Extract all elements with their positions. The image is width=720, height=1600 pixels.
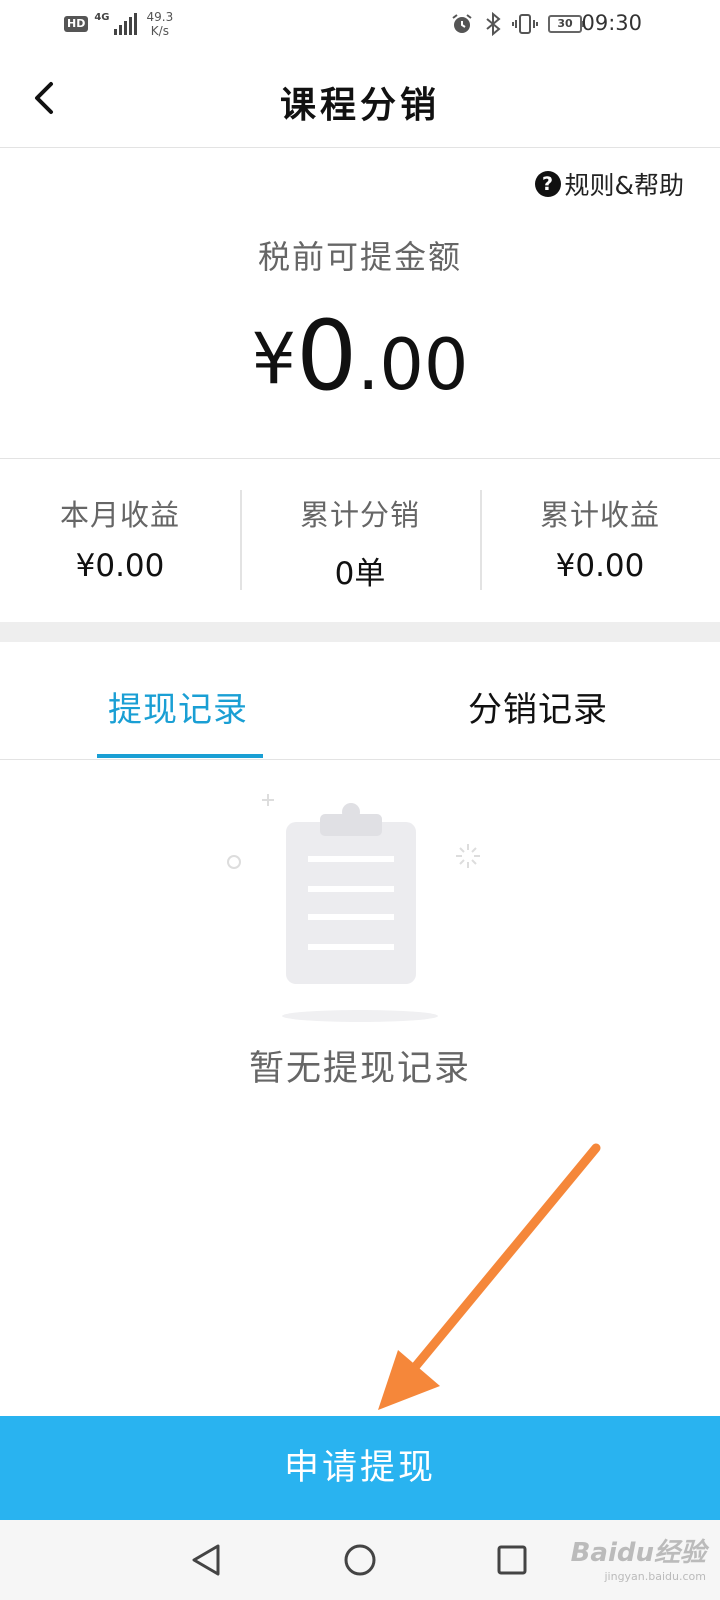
status-bar: HD 4G 49.3 K/s 30 09:30 [0, 0, 720, 48]
triangle-back-icon [192, 1544, 220, 1576]
stat-label: 累计收益 [539, 498, 660, 532]
rules-help-link[interactable]: ? 规则&帮助 [534, 166, 685, 202]
record-tabs: 提现记录 分销记录 [0, 642, 720, 760]
network-type: 4G [94, 12, 110, 23]
active-tab-indicator [97, 754, 263, 758]
stat-label: 本月收益 [59, 498, 180, 532]
section-separator [0, 622, 720, 642]
status-left: HD 4G 49.3 K/s [64, 10, 173, 38]
alarm-icon [452, 14, 472, 33]
empty-state-text: 暂无提现记录 [248, 1049, 471, 1089]
page-title: 课程分销 [279, 85, 440, 126]
signal-icon: 4G [94, 12, 137, 35]
stat-total-earnings: 累计收益 ¥0.00 [480, 480, 720, 590]
battery-icon: 30 [548, 15, 585, 33]
circle-home-icon [344, 1544, 376, 1576]
status-right: 30 [450, 12, 585, 36]
app-header: 课程分销 [0, 48, 720, 148]
apply-withdraw-button[interactable]: 申请提现 [0, 1416, 720, 1520]
clipboard-icon [227, 794, 480, 1022]
tab-withdraw-records[interactable]: 提现记录 [108, 682, 248, 731]
battery-level: 30 [557, 17, 573, 30]
question-circle-icon: ? [534, 171, 561, 197]
balance-decimal: .00 [357, 324, 469, 406]
network-speed-unit: K/s [150, 24, 169, 38]
stat-value: ¥0.00 [75, 548, 165, 584]
vibrate-icon [512, 14, 538, 34]
status-time: 09:30 [581, 11, 642, 35]
balance-integer: 0 [296, 300, 358, 412]
baidu-watermark: Baidu经验 [570, 1538, 706, 1568]
tab-distribution-records[interactable]: 分销记录 [468, 682, 608, 731]
rules-help-label: 规则&帮助 [564, 171, 685, 200]
stat-value: ¥0.00 [555, 548, 645, 584]
nav-back-button[interactable] [186, 1540, 226, 1580]
balance-label: 税前可提金额 [257, 238, 462, 276]
stat-month-earnings: 本月收益 ¥0.00 [0, 480, 240, 590]
stats-row: 本月收益 ¥0.00 累计分销 0单 累计收益 ¥0.00 [0, 480, 720, 592]
square-recent-icon [497, 1545, 527, 1575]
stat-label: 累计分销 [299, 498, 420, 532]
hd-badge: HD [64, 16, 89, 32]
nav-home-button[interactable] [340, 1540, 380, 1580]
nav-recent-button[interactable] [492, 1540, 532, 1580]
system-nav-bar: Baidu经验 jingyan.baidu.com [0, 1520, 720, 1600]
annotation-arrow-icon [378, 1143, 601, 1410]
balance-amount: ¥0.00 [0, 300, 720, 412]
network-speed-value: 49.3 [146, 10, 174, 24]
bluetooth-icon [486, 12, 501, 36]
stat-total-distribution: 累计分销 0单 [240, 480, 480, 592]
network-speed: 49.3 K/s [147, 10, 174, 38]
balance-currency: ¥ [251, 318, 297, 400]
divider [0, 458, 720, 459]
stat-value: 0单 [334, 556, 386, 592]
baidu-watermark-url: jingyan.baidu.com [604, 1570, 706, 1583]
